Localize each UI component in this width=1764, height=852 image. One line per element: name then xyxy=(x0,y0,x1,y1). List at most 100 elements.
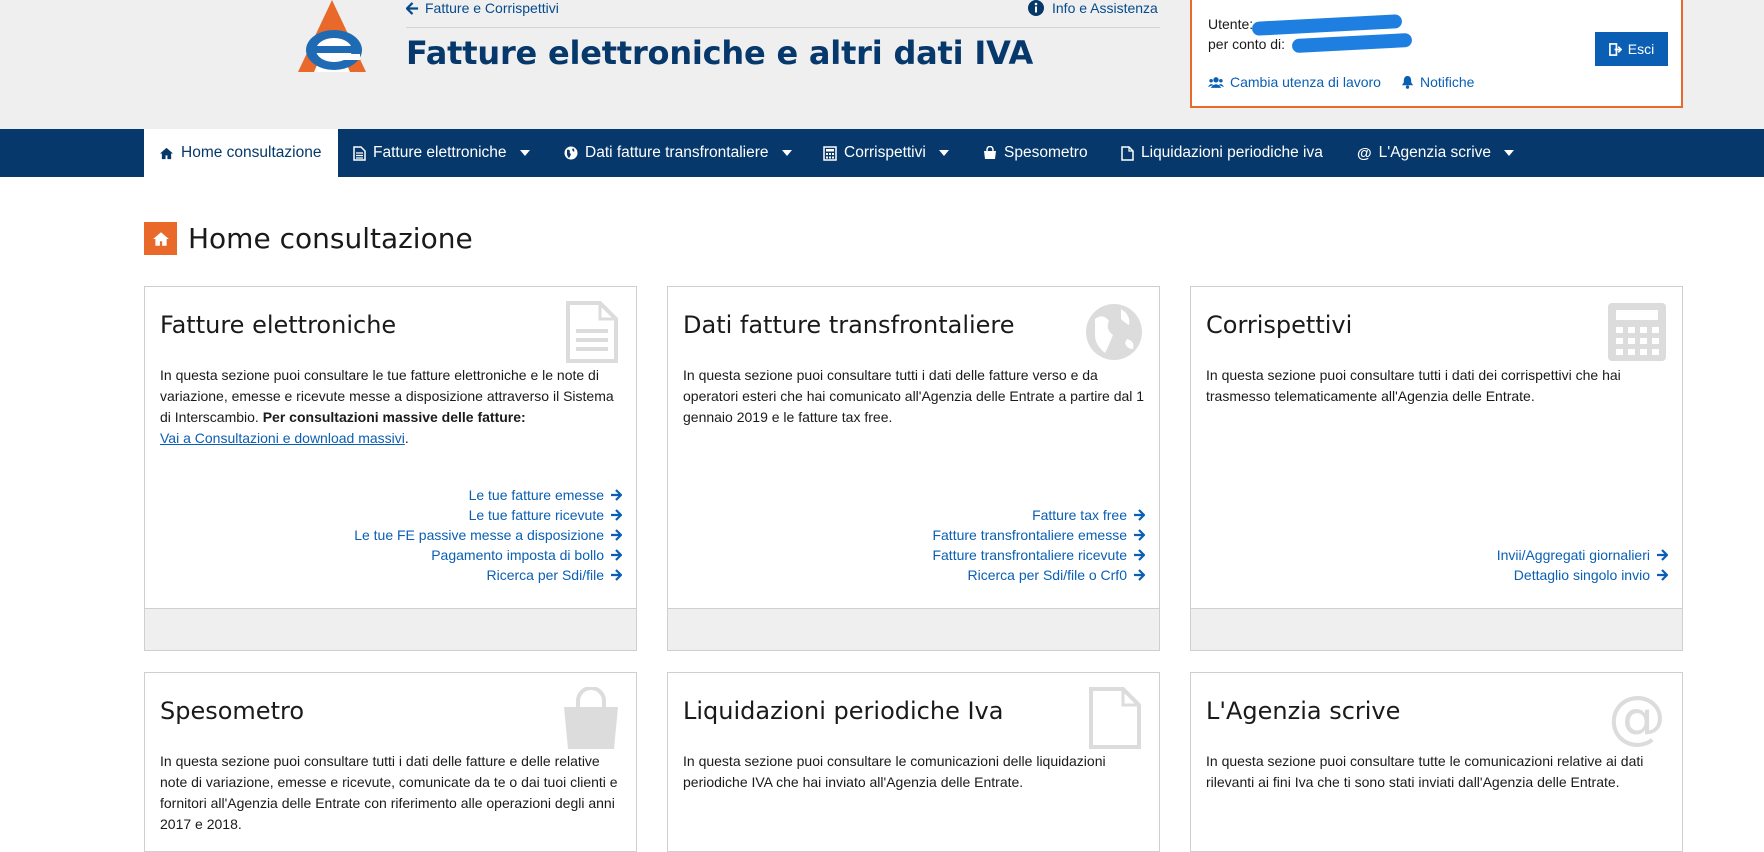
nav-fatture-elettroniche[interactable]: Fatture elettroniche xyxy=(353,129,530,177)
arrow-right-icon xyxy=(611,529,622,541)
arrow-right-icon xyxy=(1657,549,1668,561)
link-fatture-ricevute[interactable]: Le tue fatture ricevute xyxy=(469,505,622,525)
bell-icon xyxy=(1401,75,1414,89)
link-transfrontaliere-emesse[interactable]: Fatture transfrontaliere emesse xyxy=(932,525,1145,545)
notifications-link[interactable]: Notifiche xyxy=(1401,74,1474,90)
card-description: In questa sezione puoi consultare tutti … xyxy=(160,753,618,832)
home-icon xyxy=(160,147,173,159)
card-description: In questa sezione puoi consultare tutti … xyxy=(683,367,1145,425)
link-label: Invii/Aggregati giornalieri xyxy=(1496,547,1650,563)
arrow-left-icon xyxy=(406,1,419,15)
link-imposta-bollo[interactable]: Pagamento imposta di bollo xyxy=(431,545,622,565)
link-fe-passive[interactable]: Le tue FE passive messe a disposizione xyxy=(354,525,622,545)
bag-icon xyxy=(564,687,618,749)
nav-spesometro[interactable]: Spesometro xyxy=(983,129,1088,177)
document-icon xyxy=(353,145,366,161)
link-label: Le tue FE passive messe a disposizione xyxy=(354,527,604,543)
card-footer xyxy=(145,608,636,650)
card-corrispettivi: Corrispettivi In questa sezione puoi con… xyxy=(1190,286,1683,651)
arrow-right-icon xyxy=(611,549,622,561)
file-icon xyxy=(1121,145,1134,161)
card-dati-fatture-transfrontaliere: Dati fatture transfrontaliere In questa … xyxy=(667,286,1160,651)
page-heading: Home consultazione xyxy=(144,222,473,255)
nav-dati-fatture-transfrontaliere[interactable]: Dati fatture transfrontaliere xyxy=(564,129,792,177)
nav-l-agenzia-scrive[interactable]: @ L'Agenzia scrive xyxy=(1357,129,1515,177)
nav-label: Home consultazione xyxy=(181,144,322,161)
chevron-down-icon xyxy=(1504,150,1515,156)
logout-label: Esci xyxy=(1627,41,1655,57)
link-transfrontaliere-ricevute[interactable]: Fatture transfrontaliere ricevute xyxy=(932,545,1145,565)
calculator-icon xyxy=(823,145,837,161)
info-link[interactable]: Info e Assistenza xyxy=(1028,0,1158,16)
back-link[interactable]: Fatture e Corrispettivi xyxy=(406,0,559,16)
link-label: Ricerca per Sdi/file xyxy=(486,567,605,583)
card-title: Corrispettivi xyxy=(1206,311,1353,339)
link-invii-aggregati[interactable]: Invii/Aggregati giornalieri xyxy=(1497,545,1668,565)
sign-out-icon xyxy=(1608,42,1622,56)
home-badge xyxy=(144,222,177,255)
file-icon xyxy=(1089,687,1141,749)
arrow-right-icon xyxy=(1134,549,1145,561)
on-behalf-label: per conto di: xyxy=(1208,36,1286,52)
arrow-right-icon xyxy=(1657,569,1668,581)
arrow-right-icon xyxy=(611,489,622,501)
link-label: Fatture transfrontaliere ricevute xyxy=(932,547,1127,563)
calculator-icon xyxy=(1608,303,1666,361)
logout-button[interactable]: Esci xyxy=(1595,32,1668,66)
card-fatture-elettroniche: Fatture elettroniche In questa sezione p… xyxy=(144,286,637,651)
card-description: In questa sezione puoi consultare le com… xyxy=(683,753,1106,790)
notifications-label: Notifiche xyxy=(1420,74,1475,90)
card-title: L'Agenzia scrive xyxy=(1206,697,1401,725)
card-footer xyxy=(668,608,1159,650)
home-icon xyxy=(152,231,169,246)
consultazioni-massive-link[interactable]: Vai a Consultazioni e download massivi xyxy=(160,430,405,446)
card-footer xyxy=(1191,608,1682,650)
nav-label: Dati fatture transfrontaliere xyxy=(585,144,769,161)
at-icon: @ xyxy=(1357,144,1372,162)
chevron-down-icon xyxy=(519,150,530,156)
link-label: Ricerca per Sdi/file o Crf0 xyxy=(967,567,1127,583)
arrow-right-icon xyxy=(1134,529,1145,541)
card-description-bold: Per consultazioni massive delle fatture: xyxy=(262,409,526,425)
nav-liquidazioni-periodiche-iva[interactable]: Liquidazioni periodiche iva xyxy=(1121,129,1323,177)
nav-label: Liquidazioni periodiche iva xyxy=(1141,144,1323,161)
card-description: In questa sezione puoi consultare tutti … xyxy=(1206,367,1621,404)
user-panel: Utente: per conto di: Esci Cambia utenza… xyxy=(1190,0,1683,108)
arrow-right-icon xyxy=(611,509,622,521)
nav-label: Fatture elettroniche xyxy=(373,144,507,161)
agenzia-entrate-logo[interactable] xyxy=(288,0,376,74)
card-title: Dati fatture transfrontaliere xyxy=(683,311,1015,339)
change-user-link[interactable]: Cambia utenza di lavoro xyxy=(1208,74,1381,90)
header-divider xyxy=(406,27,1160,28)
user-label: Utente: xyxy=(1208,16,1254,32)
link-label: Pagamento imposta di bollo xyxy=(431,547,604,563)
arrow-right-icon xyxy=(1134,509,1145,521)
card-liquidazioni-periodiche-iva: Liquidazioni periodiche Iva In questa se… xyxy=(667,672,1160,852)
nav-home-consultazione[interactable]: Home consultazione xyxy=(144,129,338,177)
chevron-down-icon xyxy=(938,150,949,156)
change-user-label: Cambia utenza di lavoro xyxy=(1230,74,1381,90)
svg-text:@: @ xyxy=(1608,687,1666,749)
link-fatture-emesse[interactable]: Le tue fatture emesse xyxy=(469,485,622,505)
document-icon xyxy=(566,301,618,363)
link-label: Dettaglio singolo invio xyxy=(1513,567,1650,583)
card-links: Invii/Aggregati giornalieri Dettaglio si… xyxy=(1497,545,1668,585)
bag-icon xyxy=(984,146,996,159)
nav-label: Corrispettivi xyxy=(844,144,926,161)
redacted-user-name xyxy=(1251,14,1403,36)
card-links: Le tue fatture emesse Le tue fatture ric… xyxy=(354,485,622,585)
info-link-label: Info e Assistenza xyxy=(1052,0,1158,16)
link-ricerca-sdi-crf0[interactable]: Ricerca per Sdi/file o Crf0 xyxy=(967,565,1145,585)
card-title: Liquidazioni periodiche Iva xyxy=(683,697,1004,725)
link-tax-free[interactable]: Fatture tax free xyxy=(1032,505,1145,525)
link-dettaglio-invio[interactable]: Dettaglio singolo invio xyxy=(1514,565,1668,585)
back-link-label: Fatture e Corrispettivi xyxy=(425,0,559,16)
link-ricerca-sdi[interactable]: Ricerca per Sdi/file xyxy=(486,565,622,585)
card-spesometro: Spesometro In questa sezione puoi consul… xyxy=(144,672,637,852)
app-title: Fatture elettroniche e altri dati IVA xyxy=(406,34,1034,72)
nav-corrispettivi[interactable]: Corrispettivi xyxy=(823,129,949,177)
card-title: Fatture elettroniche xyxy=(160,311,397,339)
globe-icon xyxy=(1086,304,1142,360)
info-icon xyxy=(1028,0,1044,16)
link-label: Le tue fatture ricevute xyxy=(468,507,604,523)
